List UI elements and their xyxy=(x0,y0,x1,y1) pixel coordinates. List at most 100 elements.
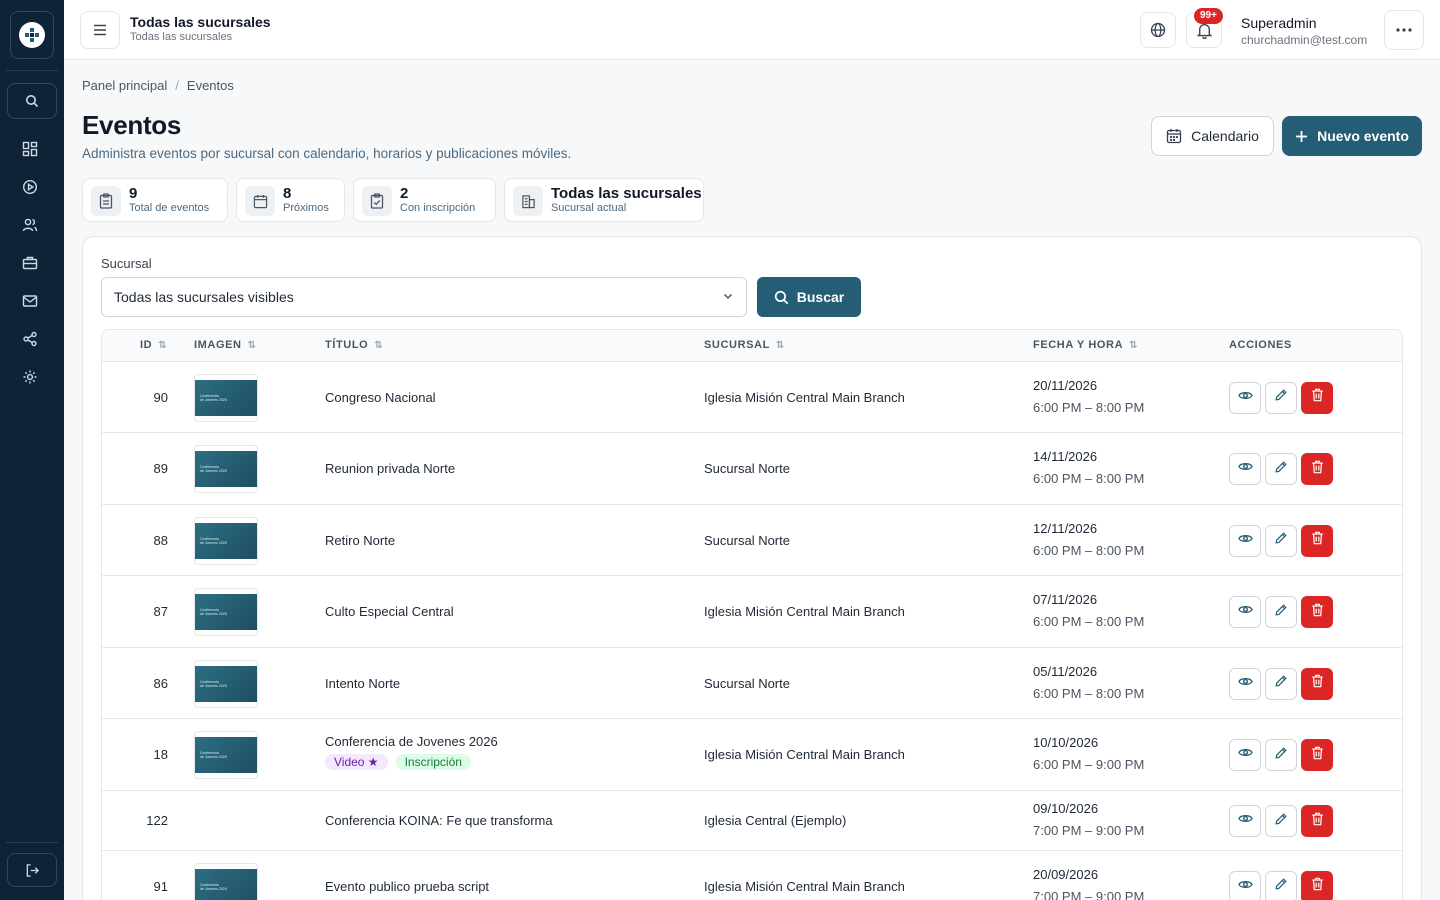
delete-button[interactable] xyxy=(1301,739,1333,771)
event-image[interactable]: Conferencia de Jovenes 2026 xyxy=(194,373,258,422)
menu-toggle-button[interactable] xyxy=(80,11,120,49)
app-logo[interactable] xyxy=(10,11,54,59)
delete-button[interactable] xyxy=(1301,596,1333,628)
settings-icon[interactable] xyxy=(20,367,40,387)
event-title[interactable]: Evento publico prueba script xyxy=(325,879,489,894)
branch-select[interactable]: Todas las sucursales visibles xyxy=(101,277,747,317)
edit-button[interactable] xyxy=(1265,870,1297,900)
edit-button[interactable] xyxy=(1265,524,1297,557)
view-button[interactable] xyxy=(1229,453,1261,485)
view-button[interactable] xyxy=(1229,870,1261,900)
dashboard-icon[interactable] xyxy=(20,139,40,159)
delete-button[interactable] xyxy=(1301,667,1333,700)
view-button[interactable] xyxy=(1229,739,1261,771)
delete-button[interactable] xyxy=(1301,524,1333,557)
th-branch[interactable]: SUCURSAL ⇅ xyxy=(704,339,785,351)
event-title[interactable]: Retiro Norte xyxy=(325,533,395,548)
delete-button[interactable] xyxy=(1301,453,1333,485)
stat-label: Con inscripción xyxy=(400,202,476,214)
trash-icon xyxy=(1311,531,1324,550)
search-icon xyxy=(774,290,789,304)
event-image[interactable]: Conferencia de Jovenes 2026 xyxy=(194,588,258,636)
sidebar-search-button[interactable] xyxy=(7,83,57,119)
more-options-button[interactable] xyxy=(1384,10,1424,50)
search-button[interactable]: Buscar xyxy=(757,277,861,317)
event-image[interactable]: Conferencia de Jovenes 2026 xyxy=(194,659,258,708)
event-image[interactable]: Conferencia de Jovenes 2026 xyxy=(194,862,258,900)
event-title[interactable]: Conferencia de Jovenes 2026 xyxy=(325,734,498,749)
eye-icon xyxy=(1237,388,1253,408)
table-row: 88 Conferencia de Jovenes 2026 Retiro Norte… xyxy=(102,505,1402,576)
new-event-button[interactable]: Nuevo evento xyxy=(1282,116,1422,156)
view-button[interactable] xyxy=(1229,667,1261,700)
sort-icon: ⇅ xyxy=(775,339,785,351)
event-branch: Iglesia Misión Central Main Branch xyxy=(704,878,905,894)
pencil-icon xyxy=(1274,460,1288,479)
eye-icon xyxy=(1237,745,1253,765)
edit-button[interactable] xyxy=(1265,739,1297,771)
play-icon[interactable] xyxy=(20,177,40,197)
delete-button[interactable] xyxy=(1301,381,1333,414)
language-button[interactable] xyxy=(1140,12,1176,48)
event-title[interactable]: Reunion privada Norte xyxy=(325,461,455,476)
share-icon[interactable] xyxy=(20,329,40,349)
table-row: 122 Conferencia KOINA: Fe que transforma I… xyxy=(102,791,1402,851)
trash-icon xyxy=(1311,603,1324,622)
user-name[interactable]: Superadmin xyxy=(1241,15,1317,31)
event-image[interactable]: Conferencia de Jovenes 2026 xyxy=(194,731,258,779)
event-time: 7:00 PM – 9:00 PM xyxy=(1033,823,1145,838)
breadcrumb-separator: / xyxy=(175,78,179,93)
event-id: 18 xyxy=(153,747,168,762)
event-time: 6:00 PM – 8:00 PM xyxy=(1033,614,1145,629)
current-branch-subtitle: Todas las sucursales xyxy=(130,31,233,43)
row-actions xyxy=(1229,381,1333,414)
event-title[interactable]: Culto Especial Central xyxy=(325,604,454,619)
event-id: 90 xyxy=(153,389,168,405)
event-id: 89 xyxy=(153,461,168,476)
event-title[interactable]: Conferencia KOINA: Fe que transforma xyxy=(325,813,553,828)
view-button[interactable] xyxy=(1229,805,1261,837)
delete-button[interactable] xyxy=(1301,870,1333,900)
edit-button[interactable] xyxy=(1265,453,1297,485)
users-icon[interactable] xyxy=(20,215,40,235)
stat-value: Todas las sucursales xyxy=(551,185,702,202)
event-date: 05/11/2026 xyxy=(1033,663,1098,679)
view-button[interactable] xyxy=(1229,524,1261,557)
edit-button[interactable] xyxy=(1265,596,1297,628)
building-icon xyxy=(513,186,543,216)
table-header: ID ⇅ IMAGEN ⇅ TÍTULO ⇅ SUCURSAL ⇅ FECHA Y HO… xyxy=(102,330,1402,362)
row-actions xyxy=(1229,596,1333,628)
sort-icon: ⇅ xyxy=(374,339,384,351)
briefcase-icon[interactable] xyxy=(20,253,40,273)
edit-button[interactable] xyxy=(1265,667,1297,700)
event-title[interactable]: Intento Norte xyxy=(325,676,400,691)
th-image[interactable]: IMAGEN ⇅ xyxy=(194,339,257,351)
edit-button[interactable] xyxy=(1265,381,1297,414)
event-thumbnail: Conferencia de Jovenes 2026 xyxy=(195,522,257,559)
event-image[interactable]: Conferencia de Jovenes 2026 xyxy=(194,445,258,493)
th-datetime[interactable]: FECHA Y HORA ⇅ xyxy=(1033,339,1138,351)
th-id[interactable]: ID ⇅ xyxy=(140,339,167,351)
table-row: 89 Conferencia de Jovenes 2026 Reunion priv… xyxy=(102,433,1402,505)
mail-icon[interactable] xyxy=(20,291,40,311)
ellipsis-icon xyxy=(1396,28,1412,32)
breadcrumb-home-link[interactable]: Panel principal xyxy=(82,78,167,93)
events-card: Sucursal Todas las sucursales visibles B… xyxy=(82,236,1422,900)
event-datetime: 05/11/2026 6:00 PM – 8:00 PM xyxy=(1033,661,1144,705)
delete-button[interactable] xyxy=(1301,805,1333,837)
event-image[interactable]: Conferencia de Jovenes 2026 xyxy=(194,516,258,565)
event-date: 12/11/2026 xyxy=(1033,520,1098,536)
th-title[interactable]: TÍTULO ⇅ xyxy=(325,339,383,351)
logout-button[interactable] xyxy=(7,853,57,887)
edit-button[interactable] xyxy=(1265,805,1297,837)
event-thumbnail: Conferencia de Jovenes 2026 xyxy=(195,379,257,416)
trash-icon xyxy=(1311,674,1324,693)
stat-value: 8 xyxy=(283,185,292,202)
calendar-button[interactable]: Calendario xyxy=(1151,116,1274,156)
view-button[interactable] xyxy=(1229,381,1261,414)
view-button[interactable] xyxy=(1229,596,1261,628)
event-time: 6:00 PM – 9:00 PM xyxy=(1033,757,1145,772)
events-table: ID ⇅ IMAGEN ⇅ TÍTULO ⇅ SUCURSAL ⇅ FECHA Y HO… xyxy=(101,329,1403,900)
event-date: 20/09/2026 xyxy=(1033,866,1099,882)
event-title[interactable]: Congreso Nacional xyxy=(325,390,436,405)
